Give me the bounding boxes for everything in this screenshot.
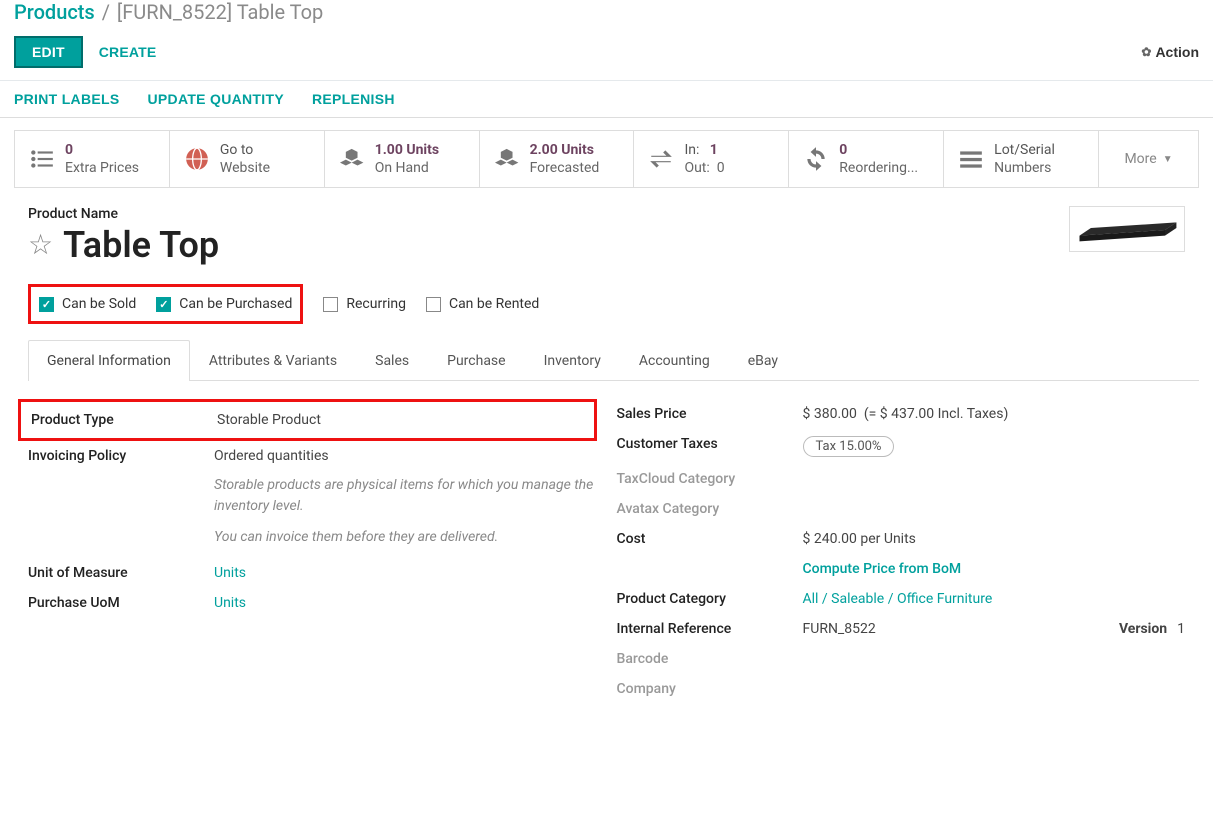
tab-ebay[interactable]: eBay [729, 340, 797, 381]
purchase-uom-value[interactable]: Units [214, 595, 597, 611]
refresh-icon [803, 146, 829, 172]
gear-icon: ✿ [1141, 45, 1151, 59]
tab-accounting[interactable]: Accounting [620, 340, 729, 381]
stat-lot-serial[interactable]: Lot/Serial Numbers [944, 131, 1099, 187]
customer-taxes-label: Customer Taxes [617, 436, 803, 452]
caret-down-icon: ▼ [1163, 154, 1173, 165]
product-name-label: Product Name [28, 206, 1069, 222]
sales-price-label: Sales Price [617, 406, 803, 422]
checkbox-can-be-purchased[interactable]: ✓ Can be Purchased [156, 293, 292, 315]
taxcloud-label: TaxCloud Category [617, 471, 803, 487]
reorder-count: 0 [839, 142, 847, 158]
invoicing-policy-label: Invoicing Policy [28, 448, 214, 464]
stat-in-out[interactable]: In: 1 Out: 0 [634, 131, 789, 187]
website-l1: Go to [220, 141, 270, 159]
product-category-label: Product Category [617, 591, 803, 607]
uom-label: Unit of Measure [28, 565, 214, 581]
tab-sales[interactable]: Sales [356, 340, 428, 381]
lot-l1: Lot/Serial [994, 141, 1055, 159]
action-dropdown[interactable]: ✿ Action [1141, 44, 1199, 60]
extra-prices-label: Extra Prices [65, 159, 139, 177]
action-label: Action [1155, 44, 1199, 60]
product-type-label: Product Type [31, 412, 217, 428]
stat-more[interactable]: More ▼ [1099, 131, 1199, 187]
checkbox-recurring[interactable]: Recurring [323, 284, 406, 324]
stat-forecasted[interactable]: 2.00 Units Forecasted [480, 131, 635, 187]
company-label: Company [617, 681, 803, 697]
customer-tax-pill[interactable]: Tax 15.00% [803, 436, 895, 457]
checkbox-recurring-label: Recurring [346, 296, 406, 312]
out-value: 0 [717, 160, 725, 176]
checkbox-can-be-sold[interactable]: ✓ Can be Sold [39, 293, 136, 315]
extra-prices-count: 0 [65, 142, 73, 158]
stat-reordering[interactable]: 0 Reordering... [789, 131, 944, 187]
check-icon: ✓ [156, 297, 171, 312]
purchase-uom-label: Purchase UoM [28, 595, 214, 611]
edit-button[interactable]: EDIT [14, 36, 83, 68]
help-text-invoice: You can invoice them before they are del… [214, 527, 597, 548]
in-value: 1 [710, 142, 718, 158]
uom-value[interactable]: Units [214, 565, 597, 581]
boxes-icon [339, 146, 365, 172]
lot-l2: Numbers [994, 159, 1055, 177]
sales-price-incl: (= $ 437.00 Incl. Taxes) [864, 406, 1008, 422]
cost-label: Cost [617, 531, 803, 547]
checkbox-rented-label: Can be Rented [449, 296, 539, 312]
tab-purchase[interactable]: Purchase [428, 340, 524, 381]
globe-icon [184, 146, 210, 172]
version-label: Version [1119, 621, 1167, 637]
reorder-label: Reordering... [839, 159, 918, 177]
sales-price-value: $ 380.00 [803, 406, 857, 422]
print-labels-button[interactable]: PRINT LABELS [14, 91, 120, 107]
internal-ref-value: FURN_8522 [803, 621, 1119, 637]
forecasted-value: 2.00 Units [530, 142, 594, 158]
breadcrumb-current: [FURN_8522] Table Top [117, 0, 323, 24]
stat-extra-prices[interactable]: 0 Extra Prices [15, 131, 170, 187]
create-button[interactable]: CREATE [83, 38, 173, 66]
check-icon: ✓ [39, 297, 54, 312]
invoicing-policy-value: Ordered quantities [214, 448, 597, 464]
update-quantity-button[interactable]: UPDATE QUANTITY [148, 91, 284, 107]
product-image[interactable] [1069, 206, 1185, 252]
breadcrumb-products[interactable]: Products [14, 0, 95, 24]
product-name: Table Top [63, 224, 219, 266]
list-icon [29, 146, 55, 172]
more-label: More [1124, 151, 1156, 167]
help-text-storable: Storable products are physical items for… [214, 475, 597, 517]
cost-value: $ 240.00 [803, 531, 857, 547]
checkbox-icon [323, 297, 338, 312]
tab-general[interactable]: General Information [28, 340, 190, 381]
on-hand-label: On Hand [375, 159, 439, 177]
forecasted-label: Forecasted [530, 159, 600, 177]
version-value: 1 [1177, 621, 1185, 637]
in-label: In: [684, 142, 699, 158]
stat-website[interactable]: Go to Website [170, 131, 325, 187]
cost-per: per Units [860, 531, 916, 547]
bars-icon [958, 146, 984, 172]
barcode-label: Barcode [617, 651, 803, 667]
replenish-button[interactable]: REPLENISH [312, 91, 395, 107]
product-category-value[interactable]: All / Saleable / Office Furniture [803, 591, 1186, 607]
checkbox-sold-label: Can be Sold [62, 296, 136, 312]
internal-ref-label: Internal Reference [617, 621, 803, 637]
compute-bom-link[interactable]: Compute Price from BoM [803, 561, 1186, 577]
out-label: Out: [684, 160, 709, 176]
breadcrumb-sep: / [102, 0, 110, 24]
on-hand-value: 1.00 Units [375, 142, 439, 158]
checkbox-can-be-rented[interactable]: Can be Rented [426, 284, 539, 324]
tab-inventory[interactable]: Inventory [525, 340, 620, 381]
avatax-label: Avatax Category [617, 501, 803, 517]
product-type-value: Storable Product [217, 412, 586, 428]
favorite-star-icon[interactable]: ☆ [28, 231, 53, 259]
checkbox-purchased-label: Can be Purchased [179, 296, 292, 312]
website-l2: Website [220, 159, 270, 177]
transfer-icon [648, 146, 674, 172]
tab-attributes[interactable]: Attributes & Variants [190, 340, 356, 381]
stat-on-hand[interactable]: 1.00 Units On Hand [325, 131, 480, 187]
checkbox-icon [426, 297, 441, 312]
boxes-icon [494, 146, 520, 172]
